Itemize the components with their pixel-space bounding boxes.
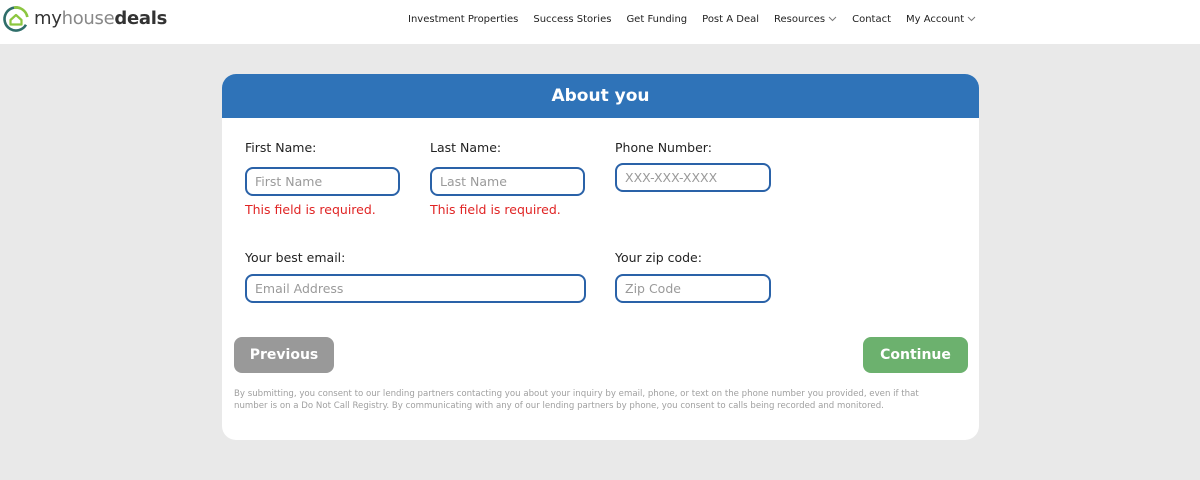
nav-item-investment-properties[interactable]: Investment Properties [408, 14, 518, 25]
chevron-down-icon [967, 16, 976, 22]
logo-word-deals: deals [114, 8, 168, 29]
nav-item-label: Post A Deal [702, 13, 760, 25]
logo-word-my: my [34, 8, 62, 29]
nav-item-success-stories[interactable]: Success Stories [533, 14, 611, 25]
previous-button[interactable]: Previous [234, 337, 334, 373]
nav-item-label: Investment Properties [408, 13, 519, 25]
first-name-error: This field is required. [245, 202, 376, 217]
first-name-label: First Name: [245, 140, 317, 155]
zip-code-label: Your zip code: [615, 250, 702, 265]
phone-number-label: Phone Number: [615, 140, 712, 155]
nav-item-my-account[interactable]: My Account [906, 14, 976, 25]
logo-wordmark: myhousedeals [34, 8, 167, 30]
last-name-label: Last Name: [430, 140, 502, 155]
phone-number-input[interactable] [615, 163, 771, 192]
nav-item-label: Get Funding [626, 13, 688, 25]
house-circle-logo-icon [3, 6, 29, 32]
card-title: About you [551, 86, 650, 106]
last-name-input[interactable] [430, 167, 585, 196]
nav-item-label: Contact [852, 13, 892, 25]
consent-disclaimer: By submitting, you consent to our lendin… [234, 389, 919, 411]
last-name-error: This field is required. [430, 202, 561, 217]
nav-item-post-a-deal[interactable]: Post A Deal [702, 14, 759, 25]
continue-button[interactable]: Continue [863, 337, 968, 373]
card-header: About you [222, 74, 979, 118]
site-header: myhousedeals Investment Properties Succe… [0, 0, 1200, 44]
chevron-down-icon [828, 16, 837, 22]
nav-item-label: My Account [906, 13, 965, 25]
logo[interactable]: myhousedeals [2, 5, 167, 33]
zip-code-input[interactable] [615, 274, 771, 303]
main-nav: Investment Properties Success Stories Ge… [408, 0, 991, 38]
nav-item-resources[interactable]: Resources [774, 14, 837, 25]
logo-word-house: house [61, 8, 115, 29]
first-name-input[interactable] [245, 167, 400, 196]
nav-item-get-funding[interactable]: Get Funding [626, 14, 687, 25]
nav-item-contact[interactable]: Contact [852, 14, 891, 25]
nav-item-label: Success Stories [533, 13, 612, 25]
about-you-card: About you First Name: This field is requ… [222, 74, 979, 440]
email-label: Your best email: [245, 250, 346, 265]
email-input[interactable] [245, 274, 586, 303]
nav-item-label: Resources [774, 13, 826, 25]
